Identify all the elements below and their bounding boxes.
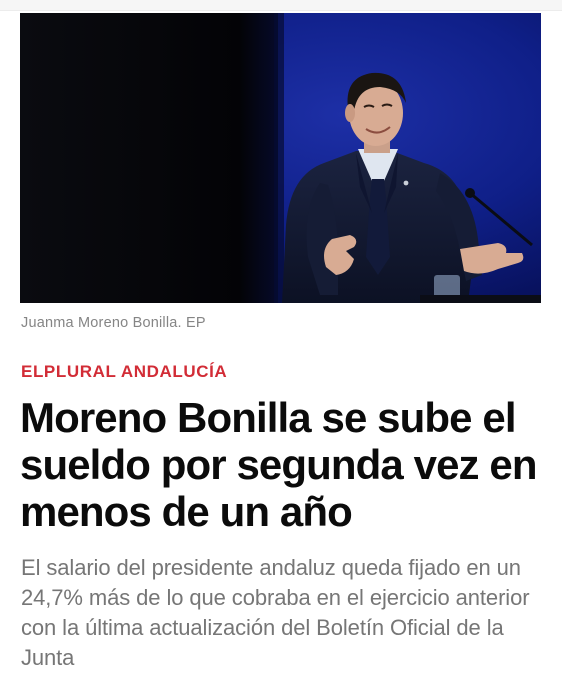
image-caption: Juanma Moreno Bonilla. EP (21, 315, 206, 331)
top-divider (0, 0, 562, 11)
article-hero-image (20, 13, 541, 303)
article-subtitle: El salario del presidente andaluz queda … (21, 555, 530, 670)
section-label[interactable]: ELPLURAL ANDALUCÍA (21, 362, 227, 382)
hero-photo-illustration (20, 13, 541, 303)
article-title[interactable]: Moreno Bonilla se sube el sueldo por seg… (20, 394, 550, 535)
